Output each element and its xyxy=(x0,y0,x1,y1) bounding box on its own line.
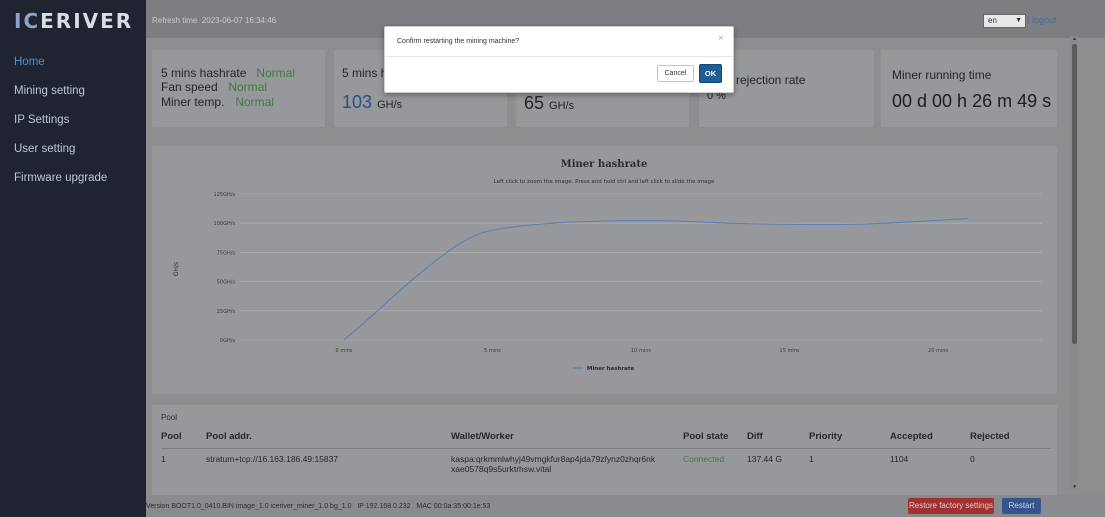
y-tick-label: 75GH/s xyxy=(217,250,236,256)
col-rejected: Rejected xyxy=(970,426,1051,449)
hashrate-status-row: 5 mins hashrate Normal xyxy=(161,66,295,80)
avg-hashrate-value: 65 GH/s xyxy=(524,93,575,113)
table-row: 1 stratum+tcp://16.163.186.49:15837 kasp… xyxy=(161,448,1051,488)
series-line-miner-hashrate xyxy=(343,217,968,341)
sidebar-item-user-setting[interactable]: User setting xyxy=(0,139,146,168)
cancel-button[interactable]: Cancel xyxy=(657,65,694,82)
pool-rejected: 0 xyxy=(970,453,975,464)
mac-label: MAC xyxy=(416,503,432,510)
legend-label[interactable]: Miner hashrate xyxy=(587,366,635,372)
y-tick-label: 100GH/s xyxy=(214,221,236,227)
scroll-down-icon[interactable]: ▼ xyxy=(1072,484,1077,490)
language-value: en xyxy=(988,16,997,25)
y-axis-label: GH/s xyxy=(173,262,180,276)
y-tick-label: 125GH/s xyxy=(214,192,236,198)
mac-value: 00:0a:35:00:1e:53 xyxy=(433,503,491,510)
y-tick-label: 25GH/s xyxy=(217,309,236,315)
page-scrollbar[interactable] xyxy=(1070,36,1078,490)
hashrate-chart-panel: Miner hashrate Left click to zoom the im… xyxy=(152,146,1057,394)
col-wallet-worker: Wallet/Worker xyxy=(451,426,683,449)
hashrate-chart[interactable]: Miner hashrate Left click to zoom the im… xyxy=(152,146,1057,394)
scroll-up-icon[interactable]: ▲ xyxy=(1072,36,1077,42)
sidebar-item-home[interactable]: Home xyxy=(0,52,146,81)
version-value: BOOT1.0_0410.BIN image_1.0 iceriver_mine… xyxy=(171,503,352,510)
x-tick-label: 5 mins xyxy=(484,348,501,354)
restore-factory-button[interactable]: Restore factory settings xyxy=(908,498,994,514)
refresh-value: 2023-06-07 16:34:46 xyxy=(201,16,277,25)
col-pool: Pool xyxy=(161,426,206,449)
col-pool-state: Pool state xyxy=(683,426,747,449)
col-pool-addr: Pool addr. xyxy=(206,426,451,449)
divider: | xyxy=(1027,14,1030,24)
y-tick-label: 0GH/s xyxy=(220,338,236,344)
ip-label: IP xyxy=(357,503,364,510)
dialog-divider xyxy=(385,56,733,57)
chevron-down-icon: ▼ xyxy=(1015,17,1022,24)
language-select[interactable]: en ▼ xyxy=(983,14,1026,28)
fan-status-label: Fan speed xyxy=(161,80,218,94)
close-icon[interactable]: × xyxy=(718,33,724,44)
refresh-label: Refresh time xyxy=(152,16,198,25)
rejection-card-title: rejection rate xyxy=(736,73,806,87)
restart-button[interactable]: Restart xyxy=(1002,498,1041,514)
scrollbar-thumb[interactable] xyxy=(1072,44,1077,344)
refresh-time: Refresh time 2023-06-07 16:34:46 xyxy=(152,16,276,25)
pool-address: stratum+tcp://16.163.186.49:15837 xyxy=(206,453,339,464)
col-priority: Priority xyxy=(809,426,890,449)
fan-status-value: Normal xyxy=(228,80,268,94)
x-tick-label: 0 mins xyxy=(336,348,353,354)
col-diff: Diff xyxy=(747,426,809,449)
hashrate-card-title: 5 mins h xyxy=(342,66,388,80)
wallet-worker: kaspa:qrkmmlwhyj49vmgkfur8ap4jda79zfynz0… xyxy=(451,453,656,474)
pool-caption: Pool xyxy=(161,413,178,422)
x-tick-label: 10 mins xyxy=(631,348,651,354)
brand-logo: ICERIVER xyxy=(14,9,134,33)
runtime-card-title: Miner running time xyxy=(892,68,992,82)
temp-status-row: Miner temp. Normal xyxy=(161,95,274,109)
temp-status-label: Miner temp. xyxy=(161,95,225,109)
pool-header-row: Pool Pool addr. Wallet/Worker Pool state… xyxy=(161,426,1051,449)
runtime-card-value: 00 d 00 h 26 m 49 s xyxy=(892,91,1052,111)
hashrate-status-label: 5 mins hashrate xyxy=(161,66,247,80)
fan-status-row: Fan speed Normal xyxy=(161,80,267,94)
pool-panel: Pool Pool Pool addr. Wallet/Worker Pool … xyxy=(152,405,1057,495)
chart-title: Miner hashrate xyxy=(561,159,648,170)
col-accepted: Accepted xyxy=(890,426,970,449)
x-tick-label: 20 mins xyxy=(928,348,948,354)
footer-bar: Version BOOT1.0_0410.BIN image_1.0 iceri… xyxy=(146,495,1105,517)
x-tick-label: 15 mins xyxy=(780,348,800,354)
status-card: 5 mins hashrate Normal Fan speed Normal … xyxy=(152,50,325,127)
hashrate-card-value: 103 GH/s xyxy=(342,92,403,112)
logout-link[interactable]: logout xyxy=(1032,15,1057,25)
confirm-restart-dialog: Confirm restarting the mining machine? ×… xyxy=(384,26,734,93)
pool-number: 1 xyxy=(161,453,166,464)
version-label: Version xyxy=(146,503,170,510)
sidebar-item-firmware-upgrade[interactable]: Firmware upgrade xyxy=(0,168,146,197)
ok-button[interactable]: OK xyxy=(699,64,722,83)
sidebar-nav: Home Mining setting IP Settings User set… xyxy=(0,52,146,197)
pool-diff: 137.44 G xyxy=(747,453,782,464)
dialog-message: Confirm restarting the mining machine? xyxy=(397,38,520,45)
ip-value: 192.168.0.232 xyxy=(365,503,411,510)
pool-table: Pool Pool addr. Wallet/Worker Pool state… xyxy=(161,426,1051,488)
sidebar: ICERIVER Home Mining setting IP Settings… xyxy=(0,0,146,517)
pool-state: Connected xyxy=(683,453,725,464)
runtime-card: Miner running time 00 d 00 h 26 m 49 s xyxy=(881,50,1057,127)
pool-accepted: 1104 xyxy=(890,453,909,464)
temp-status-value: Normal xyxy=(235,95,275,109)
device-info: Version BOOT1.0_0410.BIN image_1.0 iceri… xyxy=(146,503,490,510)
chart-subtitle: Left click to zoom the image. Press and … xyxy=(494,179,715,185)
sidebar-item-mining-setting[interactable]: Mining setting xyxy=(0,81,146,110)
pool-priority: 1 xyxy=(809,453,814,464)
hashrate-status-value: Normal xyxy=(256,66,296,80)
y-tick-label: 50GH/s xyxy=(217,280,236,286)
sidebar-item-ip-settings[interactable]: IP Settings xyxy=(0,110,146,139)
